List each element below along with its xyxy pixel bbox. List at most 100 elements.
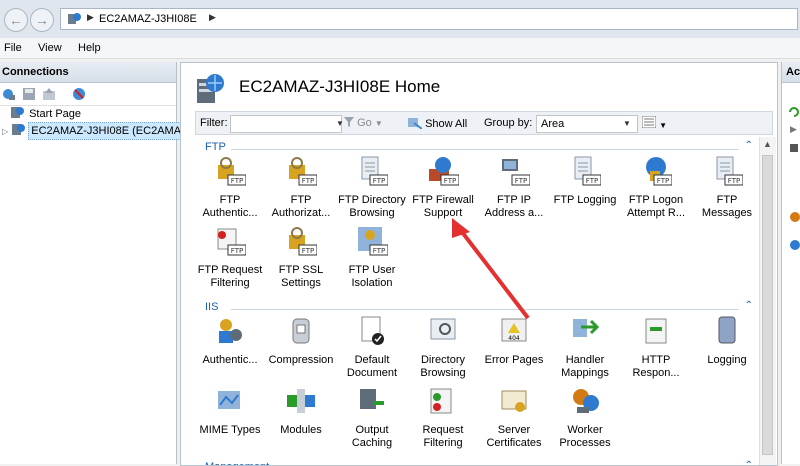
feature-ftp-authentication[interactable]: FTP FTP Authentic... xyxy=(195,155,265,220)
group-by-select[interactable]: Area ▼ xyxy=(536,115,638,133)
ftp-firewall-icon: FTP xyxy=(429,157,460,186)
view-icon xyxy=(641,115,657,129)
feature-ftp-ip-address[interactable]: FTP FTP IP Address a... xyxy=(479,155,549,220)
filter-dropdown-icon[interactable]: ▼ xyxy=(336,119,344,128)
feature-mime-types[interactable]: MIME Types xyxy=(195,385,265,437)
menu-help[interactable]: Help xyxy=(78,42,101,54)
feature-handler-mappings[interactable]: Handler Mappings xyxy=(550,315,620,380)
feature-label-line1: FTP User xyxy=(348,264,396,276)
filter-label: Filter: xyxy=(200,117,228,129)
view-switcher[interactable]: ▼ xyxy=(641,115,667,131)
collapse-icon[interactable]: ⌃ xyxy=(745,300,753,311)
disconnect-icon[interactable] xyxy=(72,87,86,101)
feature-label-line1: Modules xyxy=(280,424,322,436)
worker-processes-icon xyxy=(573,389,599,413)
feature-modules[interactable]: Modules xyxy=(266,385,336,437)
feature-ftp-messages[interactable]: FTP FTP Messages xyxy=(692,155,757,220)
play-icon[interactable]: ▶ xyxy=(790,124,797,135)
address-box[interactable]: ▶ EC2AMAZ-J3HI08E ▶ xyxy=(60,8,798,30)
feature-ftp-authorization[interactable]: FTP FTP Authorizat... xyxy=(266,155,336,220)
info-icon[interactable] xyxy=(790,212,800,222)
scroll-up-icon[interactable]: ▲ xyxy=(763,139,772,149)
page-title: EC2AMAZ-J3HI08E Home xyxy=(239,77,441,96)
filter-toolbar: Filter: ▼ Go ▼ Show All Group by: Area ▼… xyxy=(195,111,773,135)
feature-error-pages[interactable]: 404 Error Pages xyxy=(479,315,549,367)
feature-ftp-ssl[interactable]: FTP FTP SSL Settings xyxy=(266,225,336,290)
collapse-icon[interactable]: ⌃ xyxy=(745,460,753,465)
section-header-ftp[interactable]: FTP ⌃ xyxy=(201,140,755,155)
save-icon[interactable] xyxy=(22,87,36,101)
feature-logging[interactable]: Logging xyxy=(692,315,757,367)
chevron-right-icon[interactable]: ▶ xyxy=(209,12,216,23)
forward-button[interactable]: → xyxy=(30,8,54,32)
feature-ftp-request-filtering[interactable]: FTP FTP Request Filtering xyxy=(195,225,265,290)
feature-label-line1: FTP Request xyxy=(197,264,263,276)
feature-ftp-logging[interactable]: FTP FTP Logging xyxy=(550,155,620,207)
section-title: Management xyxy=(205,461,274,465)
feature-label-line2: Processes xyxy=(559,437,611,449)
feature-label-line1: FTP IP xyxy=(496,194,532,206)
ftp-directory-browsing-icon: FTP xyxy=(361,156,389,186)
feature-http-response[interactable]: HTTP Respon... xyxy=(621,315,691,380)
svg-text:FTP: FTP xyxy=(515,177,527,185)
feature-label-line1: Server xyxy=(497,424,531,436)
feature-request-filtering[interactable]: Request Filtering xyxy=(408,385,478,450)
expand-icon[interactable]: ▷ xyxy=(2,127,8,136)
feature-ftp-user-isolation[interactable]: FTP FTP User Isolation xyxy=(337,225,407,290)
directory-browsing-icon xyxy=(430,318,456,340)
svg-text:FTP: FTP xyxy=(586,177,598,185)
feature-ftp-directory-browsing[interactable]: FTP FTP Directory Browsing xyxy=(337,155,407,220)
feature-label-line2: Browsing xyxy=(349,207,395,219)
show-all-button[interactable]: Show All xyxy=(408,117,467,130)
feature-label-line2: Browsing xyxy=(420,367,466,379)
feature-compression[interactable]: Compression xyxy=(266,315,336,367)
start-page-icon xyxy=(11,107,24,118)
feature-worker-processes[interactable]: Worker Processes xyxy=(550,385,620,450)
server-icon xyxy=(12,124,26,135)
feature-label-line1: FTP SSL xyxy=(278,264,324,276)
feature-server-certificates[interactable]: Server Certificates xyxy=(479,385,549,450)
server-icon xyxy=(68,13,81,24)
scroll-thumb[interactable] xyxy=(762,155,773,455)
group-by-value: Area xyxy=(541,118,565,130)
menu-view[interactable]: View xyxy=(38,42,62,54)
connect-icon[interactable] xyxy=(2,87,16,101)
back-button[interactable]: ← xyxy=(4,8,28,32)
feature-label-line2: Caching xyxy=(351,437,393,449)
feature-ftp-logon-attempt[interactable]: FTP FTP Logon Attempt R... xyxy=(621,155,691,220)
svg-text:FTP: FTP xyxy=(231,247,243,255)
svg-text:FTP: FTP xyxy=(231,177,243,185)
feature-label-line1: FTP Directory xyxy=(338,194,406,206)
section-header-iis[interactable]: IIS ⌃ xyxy=(201,300,755,315)
refresh-icon[interactable] xyxy=(788,106,800,118)
filter-input[interactable] xyxy=(230,115,342,133)
feature-label-line2: Respon... xyxy=(632,367,680,379)
connections-title: Connections xyxy=(0,62,176,83)
feature-authentication[interactable]: Authentic... xyxy=(195,315,265,367)
svg-text:FTP: FTP xyxy=(302,247,314,255)
feature-directory-browsing[interactable]: Directory Browsing xyxy=(408,315,478,380)
feature-label-line1: MIME Types xyxy=(199,424,261,436)
tree-start-page[interactable]: Start Page xyxy=(10,106,83,122)
address-server: EC2AMAZ-J3HI08E xyxy=(99,13,197,25)
feature-label-line1: Default xyxy=(354,354,390,366)
ftp-request-filtering-icon: FTP xyxy=(217,228,247,256)
authentication-icon xyxy=(219,319,242,343)
stop-icon[interactable] xyxy=(790,144,798,152)
menu-file[interactable]: File xyxy=(4,42,22,54)
svg-text:FTP: FTP xyxy=(444,177,456,185)
feature-default-document[interactable]: Default Document xyxy=(337,315,407,380)
logging-icon xyxy=(718,316,736,344)
go-button[interactable]: Go ▼ xyxy=(344,117,383,129)
feature-output-caching[interactable]: Output Caching xyxy=(337,385,407,450)
vertical-scrollbar[interactable]: ▲ xyxy=(759,137,776,465)
up-folder-icon[interactable] xyxy=(42,87,56,101)
menu-bar: File View Help xyxy=(0,38,800,59)
feature-ftp-firewall[interactable]: FTP FTP Firewall Support xyxy=(408,155,478,220)
section-header-management[interactable]: Management ⌃ xyxy=(201,460,755,465)
collapse-icon[interactable]: ⌃ xyxy=(745,140,753,151)
ftp-ip-address-icon: FTP xyxy=(502,159,531,186)
feature-label-line1: Worker xyxy=(567,424,603,436)
tree-server[interactable]: ▷ EC2AMAZ-J3HI08E (EC2AMAZ xyxy=(2,122,191,140)
help-icon[interactable] xyxy=(790,240,800,250)
